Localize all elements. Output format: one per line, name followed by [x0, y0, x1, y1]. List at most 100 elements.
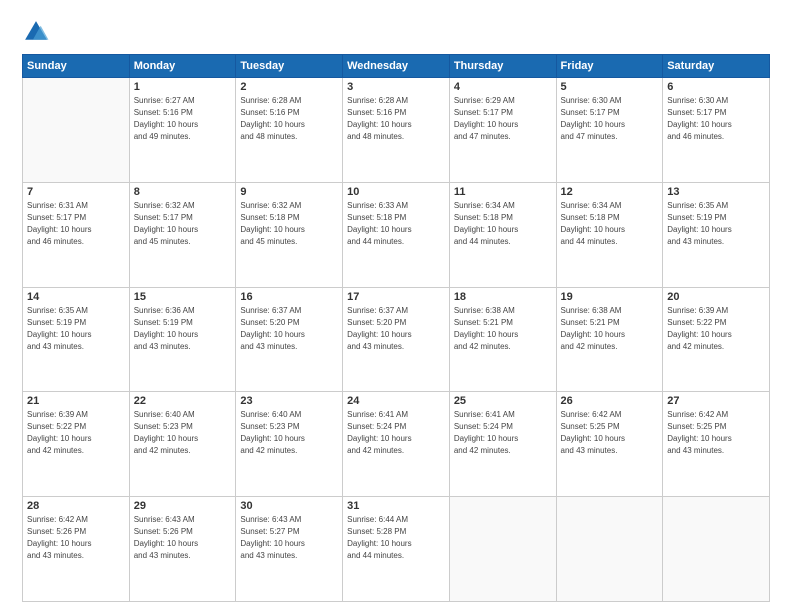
day-number: 23 — [240, 395, 338, 407]
day-info: Sunrise: 6:34 AMSunset: 5:18 PMDaylight:… — [561, 200, 659, 248]
day-number: 17 — [347, 291, 445, 303]
calendar-cell — [23, 78, 130, 183]
day-number: 19 — [561, 291, 659, 303]
calendar-cell: 31Sunrise: 6:44 AMSunset: 5:28 PMDayligh… — [343, 497, 450, 602]
day-number: 13 — [667, 186, 765, 198]
calendar-cell: 22 Sunrise: 6:40 AMSunset: 5:23 PMDayligh… — [129, 392, 236, 497]
calendar-cell: 5 Sunrise: 6:30 AMSunset: 5:17 PMDaylight… — [556, 78, 663, 183]
day-number: 9 — [240, 186, 338, 198]
day-number: 14 — [27, 291, 125, 303]
calendar-cell: 18 Sunrise: 6:38 AMSunset: 5:21 PMDayligh… — [449, 287, 556, 392]
calendar-cell — [449, 497, 556, 602]
day-info: Sunrise: 6:40 AMSunset: 5:23 PMDaylight:… — [134, 409, 232, 457]
day-number: 12 — [561, 186, 659, 198]
day-number: 4 — [454, 81, 552, 93]
day-info: Sunrise: 6:37 AMSunset: 5:20 PMDaylight:… — [240, 305, 338, 353]
calendar-cell: 15 Sunrise: 6:36 AMSunset: 5:19 PMDayligh… — [129, 287, 236, 392]
calendar-cell: 12 Sunrise: 6:34 AMSunset: 5:18 PMDayligh… — [556, 182, 663, 287]
calendar-cell: 21Sunrise: 6:39 AMSunset: 5:22 PMDayligh… — [23, 392, 130, 497]
calendar-cell: 9 Sunrise: 6:32 AMSunset: 5:18 PMDaylight… — [236, 182, 343, 287]
day-info: Sunrise: 6:27 AMSunset: 5:16 PMDaylight:… — [134, 95, 232, 143]
day-info: Sunrise: 6:40 AMSunset: 5:23 PMDaylight:… — [240, 409, 338, 457]
day-number: 10 — [347, 186, 445, 198]
calendar-cell: 2 Sunrise: 6:28 AMSunset: 5:16 PMDaylight… — [236, 78, 343, 183]
header — [22, 18, 770, 46]
day-number: 1 — [134, 81, 232, 93]
day-info: Sunrise: 6:35 AMSunset: 5:19 PMDaylight:… — [667, 200, 765, 248]
day-number: 3 — [347, 81, 445, 93]
calendar-cell: 10 Sunrise: 6:33 AMSunset: 5:18 PMDayligh… — [343, 182, 450, 287]
day-info: Sunrise: 6:28 AMSunset: 5:16 PMDaylight:… — [240, 95, 338, 143]
day-info: Sunrise: 6:41 AMSunset: 5:24 PMDaylight:… — [454, 409, 552, 457]
column-header-thursday: Thursday — [449, 55, 556, 78]
day-number: 15 — [134, 291, 232, 303]
column-header-monday: Monday — [129, 55, 236, 78]
calendar-cell: 23 Sunrise: 6:40 AMSunset: 5:23 PMDayligh… — [236, 392, 343, 497]
day-number: 16 — [240, 291, 338, 303]
day-number: 18 — [454, 291, 552, 303]
calendar-cell: 14Sunrise: 6:35 AMSunset: 5:19 PMDayligh… — [23, 287, 130, 392]
calendar-cell: 16 Sunrise: 6:37 AMSunset: 5:20 PMDayligh… — [236, 287, 343, 392]
day-number: 2 — [240, 81, 338, 93]
calendar-cell: 19 Sunrise: 6:38 AMSunset: 5:21 PMDayligh… — [556, 287, 663, 392]
column-header-sunday: Sunday — [23, 55, 130, 78]
day-number: 6 — [667, 81, 765, 93]
calendar-header-row: SundayMondayTuesdayWednesdayThursdayFrid… — [23, 55, 770, 78]
week-row-3: 14Sunrise: 6:35 AMSunset: 5:19 PMDayligh… — [23, 287, 770, 392]
calendar-cell: 25 Sunrise: 6:41 AMSunset: 5:24 PMDayligh… — [449, 392, 556, 497]
calendar-cell: 13 Sunrise: 6:35 AMSunset: 5:19 PMDayligh… — [663, 182, 770, 287]
day-info: Sunrise: 6:30 AMSunset: 5:17 PMDaylight:… — [561, 95, 659, 143]
day-info: Sunrise: 6:30 AMSunset: 5:17 PMDaylight:… — [667, 95, 765, 143]
calendar-cell: 6 Sunrise: 6:30 AMSunset: 5:17 PMDaylight… — [663, 78, 770, 183]
day-info: Sunrise: 6:39 AMSunset: 5:22 PMDaylight:… — [27, 409, 125, 457]
day-number: 7 — [27, 186, 125, 198]
day-number: 25 — [454, 395, 552, 407]
calendar-cell: 7 Sunrise: 6:31 AMSunset: 5:17 PMDaylight… — [23, 182, 130, 287]
day-number: 20 — [667, 291, 765, 303]
logo-icon — [22, 18, 50, 46]
day-info: Sunrise: 6:32 AMSunset: 5:18 PMDaylight:… — [240, 200, 338, 248]
calendar-cell: 26Sunrise: 6:42 AMSunset: 5:25 PMDayligh… — [556, 392, 663, 497]
week-row-4: 21Sunrise: 6:39 AMSunset: 5:22 PMDayligh… — [23, 392, 770, 497]
calendar-cell: 4 Sunrise: 6:29 AMSunset: 5:17 PMDaylight… — [449, 78, 556, 183]
day-info: Sunrise: 6:32 AMSunset: 5:17 PMDaylight:… — [134, 200, 232, 248]
day-info: Sunrise: 6:42 AMSunset: 5:25 PMDaylight:… — [561, 409, 659, 457]
day-info: Sunrise: 6:38 AMSunset: 5:21 PMDaylight:… — [454, 305, 552, 353]
calendar-cell — [556, 497, 663, 602]
day-info: Sunrise: 6:42 AMSunset: 5:26 PMDaylight:… — [27, 514, 125, 562]
column-header-saturday: Saturday — [663, 55, 770, 78]
calendar-cell: 29Sunrise: 6:43 AMSunset: 5:26 PMDayligh… — [129, 497, 236, 602]
day-info: Sunrise: 6:36 AMSunset: 5:19 PMDaylight:… — [134, 305, 232, 353]
calendar-cell — [663, 497, 770, 602]
column-header-friday: Friday — [556, 55, 663, 78]
calendar-cell: 17Sunrise: 6:37 AMSunset: 5:20 PMDayligh… — [343, 287, 450, 392]
day-info: Sunrise: 6:38 AMSunset: 5:21 PMDaylight:… — [561, 305, 659, 353]
calendar-cell: 1 Sunrise: 6:27 AMSunset: 5:16 PMDaylight… — [129, 78, 236, 183]
day-info: Sunrise: 6:31 AMSunset: 5:17 PMDaylight:… — [27, 200, 125, 248]
day-info: Sunrise: 6:43 AMSunset: 5:27 PMDaylight:… — [240, 514, 338, 562]
calendar-cell: 28 Sunrise: 6:42 AMSunset: 5:26 PMDayligh… — [23, 497, 130, 602]
week-row-2: 7 Sunrise: 6:31 AMSunset: 5:17 PMDaylight… — [23, 182, 770, 287]
column-header-tuesday: Tuesday — [236, 55, 343, 78]
week-row-5: 28 Sunrise: 6:42 AMSunset: 5:26 PMDayligh… — [23, 497, 770, 602]
day-number: 28 — [27, 500, 125, 512]
week-row-1: 1 Sunrise: 6:27 AMSunset: 5:16 PMDaylight… — [23, 78, 770, 183]
day-info: Sunrise: 6:39 AMSunset: 5:22 PMDaylight:… — [667, 305, 765, 353]
day-info: Sunrise: 6:29 AMSunset: 5:17 PMDaylight:… — [454, 95, 552, 143]
day-number: 30 — [240, 500, 338, 512]
day-number: 27 — [667, 395, 765, 407]
calendar-cell: 8Sunrise: 6:32 AMSunset: 5:17 PMDaylight… — [129, 182, 236, 287]
day-info: Sunrise: 6:28 AMSunset: 5:16 PMDaylight:… — [347, 95, 445, 143]
page: SundayMondayTuesdayWednesdayThursdayFrid… — [0, 0, 792, 612]
day-info: Sunrise: 6:33 AMSunset: 5:18 PMDaylight:… — [347, 200, 445, 248]
day-info: Sunrise: 6:42 AMSunset: 5:25 PMDaylight:… — [667, 409, 765, 457]
calendar-cell: 24Sunrise: 6:41 AMSunset: 5:24 PMDayligh… — [343, 392, 450, 497]
day-number: 22 — [134, 395, 232, 407]
calendar-cell: 27 Sunrise: 6:42 AMSunset: 5:25 PMDayligh… — [663, 392, 770, 497]
calendar-cell: 11Sunrise: 6:34 AMSunset: 5:18 PMDayligh… — [449, 182, 556, 287]
logo — [22, 18, 54, 46]
calendar-table: SundayMondayTuesdayWednesdayThursdayFrid… — [22, 54, 770, 602]
day-number: 5 — [561, 81, 659, 93]
day-info: Sunrise: 6:44 AMSunset: 5:28 PMDaylight:… — [347, 514, 445, 562]
column-header-wednesday: Wednesday — [343, 55, 450, 78]
